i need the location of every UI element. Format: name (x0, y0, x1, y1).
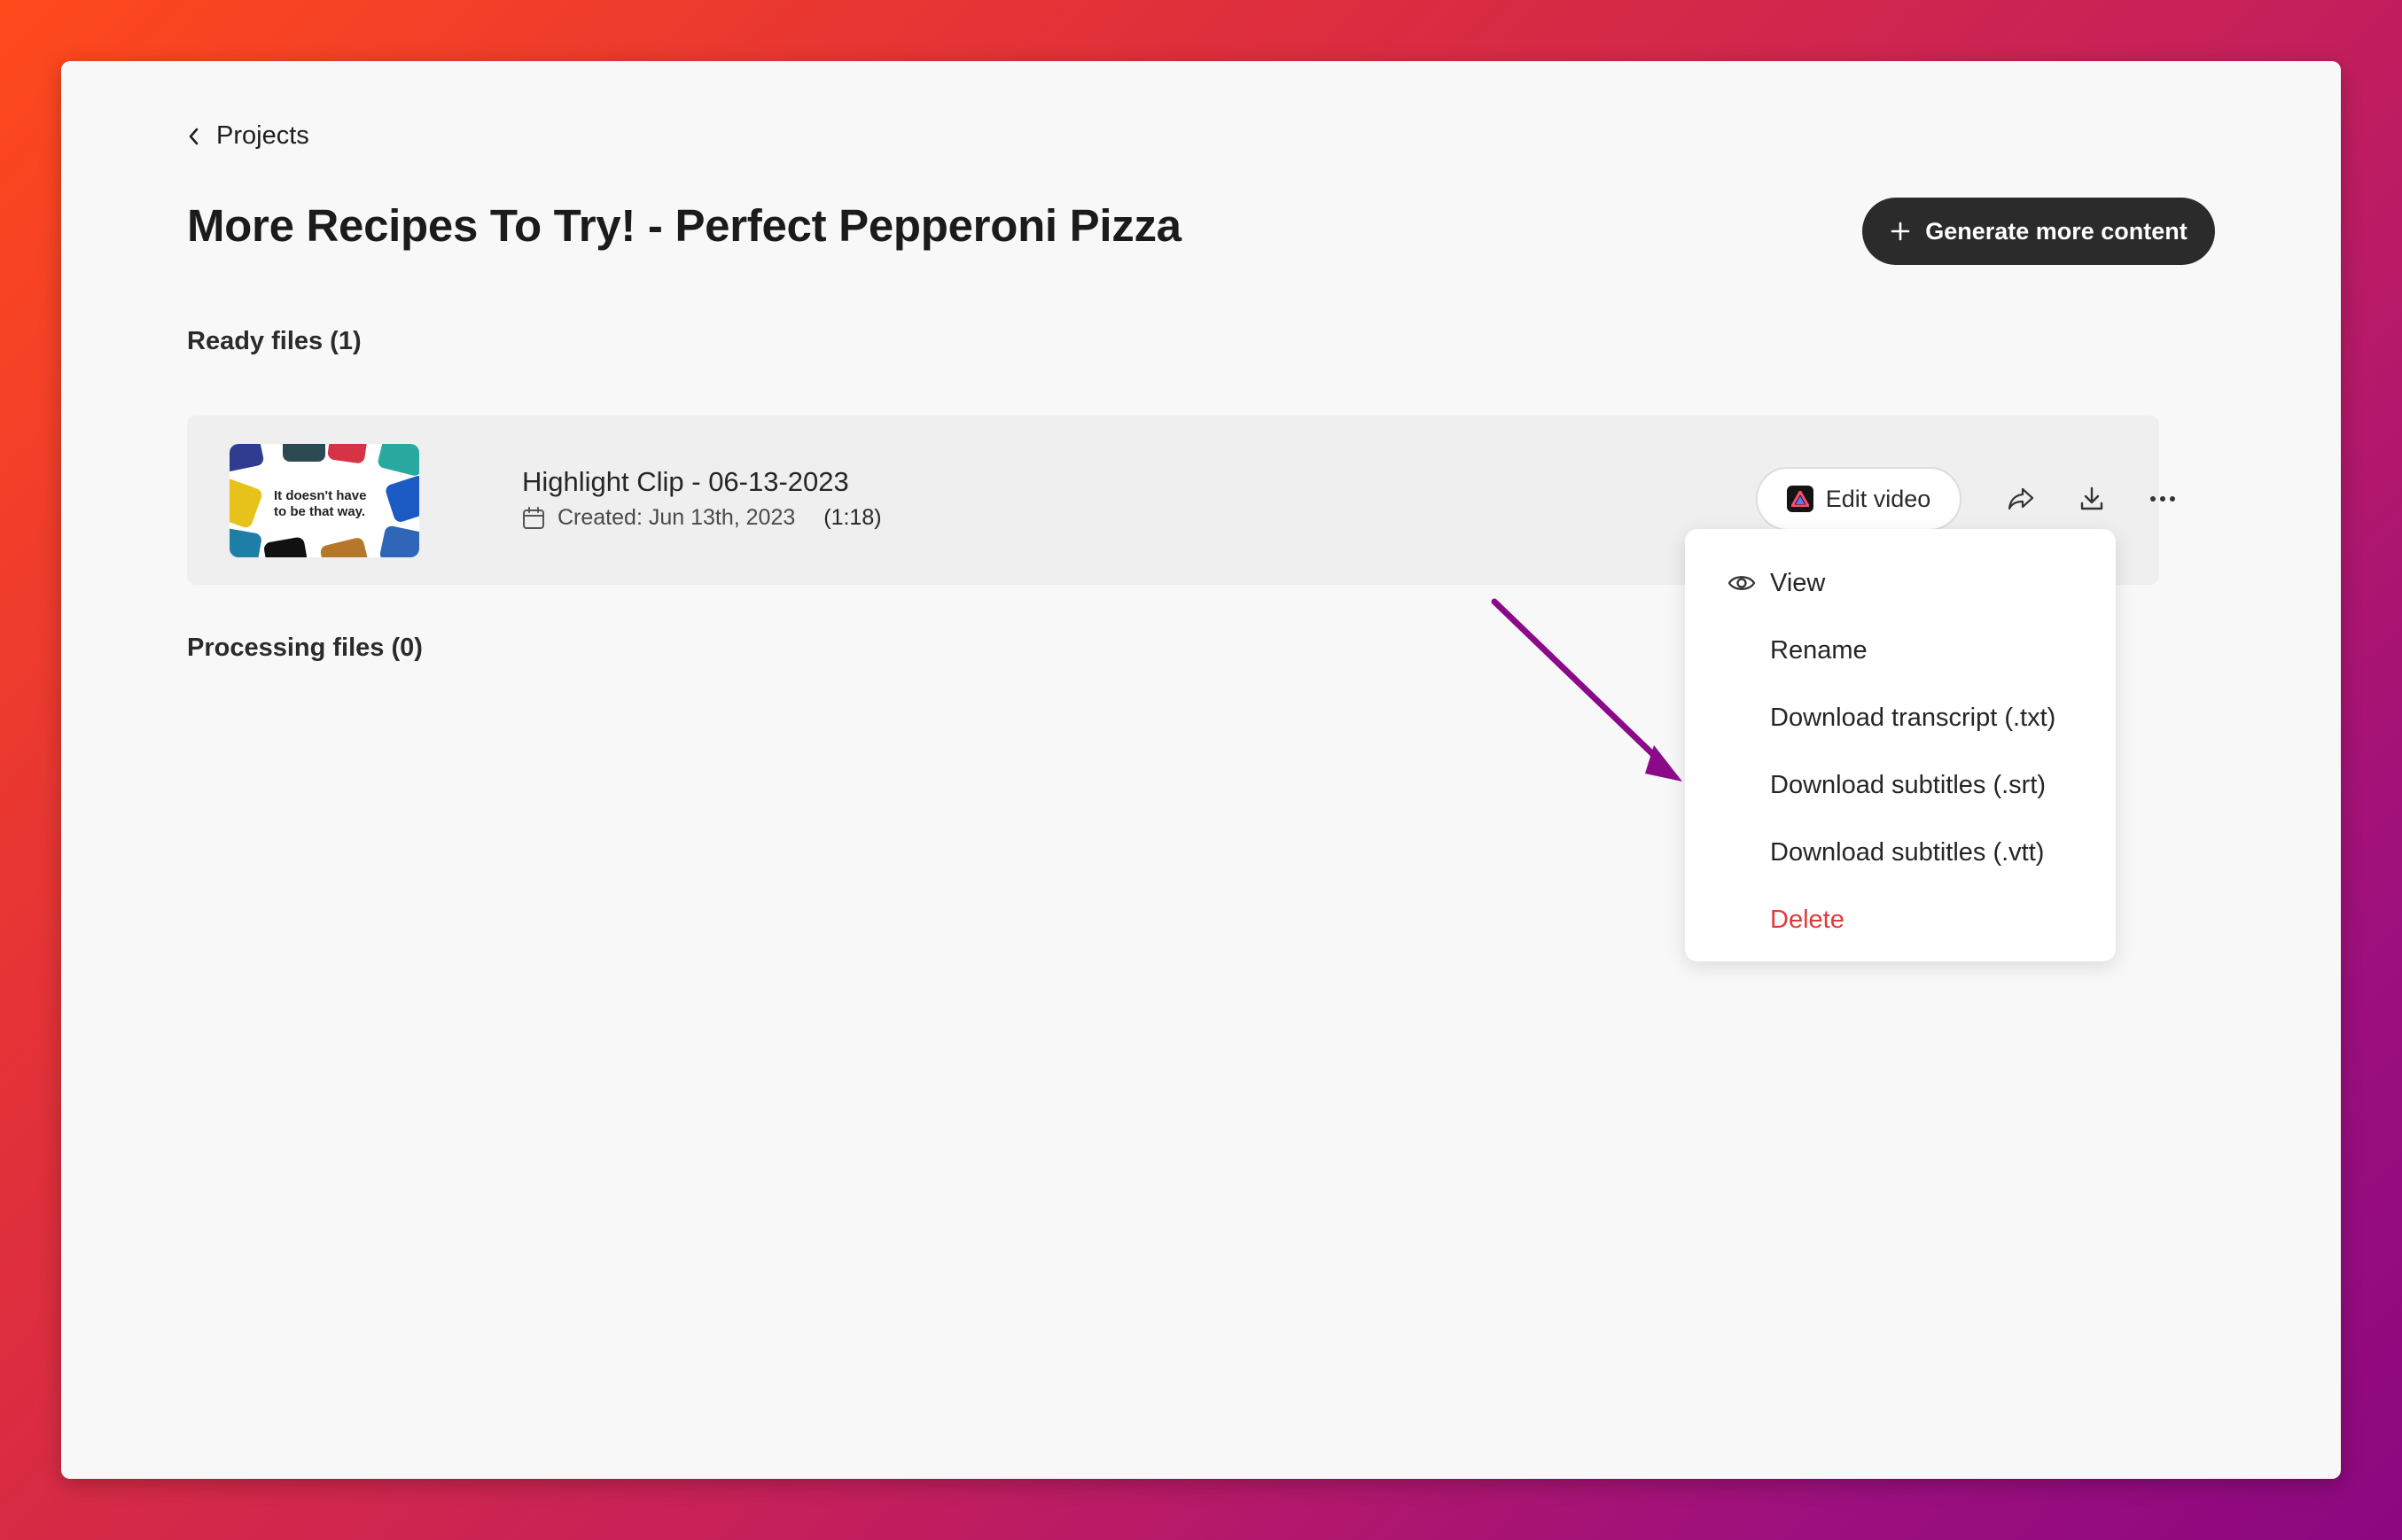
menu-item-label: Rename (1770, 635, 1868, 665)
duration: (1:18) (823, 505, 882, 530)
thumbnail-caption: It doesn't have to be that way. (274, 488, 367, 519)
menu-item-delete[interactable]: Delete (1685, 886, 2116, 953)
more-options-icon (2150, 496, 2175, 502)
plus-icon (1891, 222, 1910, 241)
download-icon (2080, 486, 2103, 510)
edit-video-button[interactable]: Edit video (1756, 467, 1961, 531)
share-icon (2008, 487, 2034, 510)
breadcrumb[interactable]: Projects (188, 121, 309, 151)
file-meta: Created: Jun 13th, 2023 (1:18) (522, 505, 882, 531)
menu-item-download-srt[interactable]: Download subtitles (.srt) (1685, 751, 2116, 819)
more-options-button[interactable] (2141, 477, 2185, 521)
video-thumbnail[interactable]: It doesn't have to be that way. (230, 444, 419, 557)
processing-files-heading: Processing files (0) (187, 634, 423, 662)
menu-item-label: Download subtitles (.srt) (1770, 770, 2047, 799)
page-title: More Recipes To Try! - Perfect Pepperoni… (187, 200, 1182, 251)
calendar-icon (523, 506, 544, 529)
menu-item-label: View (1770, 568, 1826, 597)
share-button[interactable] (1999, 477, 2043, 521)
ready-files-heading: Ready files (1) (187, 327, 362, 355)
chevron-left-icon (189, 128, 199, 144)
menu-item-label: Download transcript (.txt) (1770, 703, 2056, 732)
menu-item-rename[interactable]: Rename (1685, 617, 2116, 684)
menu-item-download-transcript[interactable]: Download transcript (.txt) (1685, 684, 2116, 751)
app-window: Projects More Recipes To Try! - Perfect … (61, 61, 2341, 1479)
menu-item-label: Delete (1770, 905, 1844, 934)
file-options-menu: View Rename Download transcript (.txt) D… (1685, 529, 2116, 961)
edit-video-label: Edit video (1825, 485, 1931, 512)
breadcrumb-projects-link[interactable]: Projects (216, 121, 309, 151)
created-date: Created: Jun 13th, 2023 (558, 505, 796, 530)
generate-button-label: Generate more content (1925, 217, 2188, 245)
menu-item-view[interactable]: View (1685, 549, 2116, 617)
menu-item-download-vtt[interactable]: Download subtitles (.vtt) (1685, 819, 2116, 886)
editor-app-icon (1786, 486, 1813, 512)
download-button[interactable] (2070, 477, 2114, 521)
eye-icon (1727, 576, 1756, 590)
menu-item-label: Download subtitles (.vtt) (1770, 837, 2045, 867)
file-title[interactable]: Highlight Clip - 06-13-2023 (522, 466, 849, 498)
generate-more-content-button[interactable]: Generate more content (1862, 198, 2215, 265)
